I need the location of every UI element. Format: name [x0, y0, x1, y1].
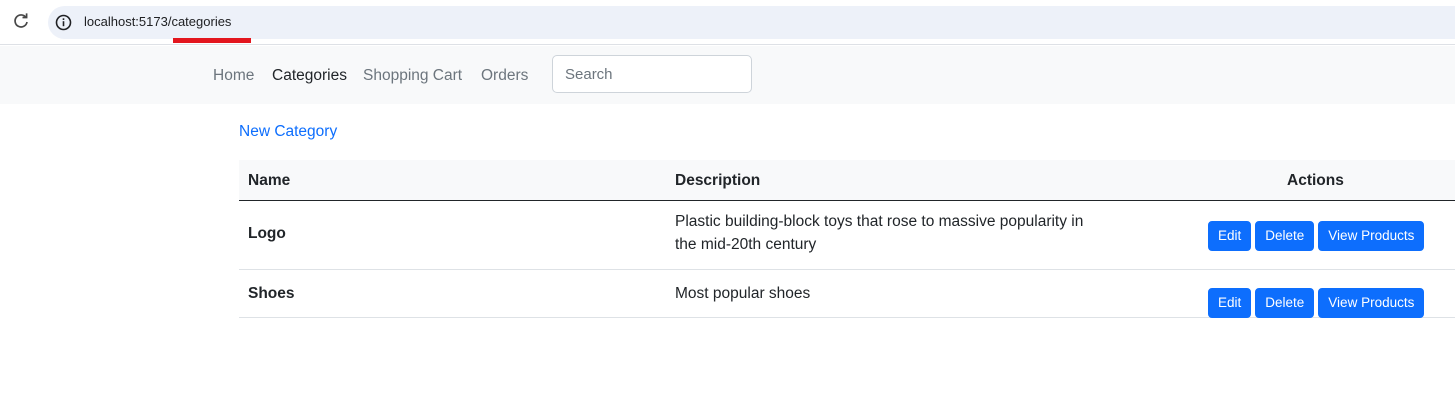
- browser-toolbar: localhost:5173/categories: [0, 0, 1455, 45]
- column-header-description: Description: [675, 172, 761, 189]
- category-name: Logo: [248, 225, 286, 242]
- url-highlight-underline: [173, 38, 251, 43]
- nav-link-home[interactable]: Home: [213, 67, 254, 85]
- column-header-actions: Actions: [1287, 172, 1344, 189]
- delete-button[interactable]: Delete: [1255, 288, 1315, 318]
- url-text[interactable]: localhost:5173/categories: [84, 14, 231, 29]
- table-header: Name Description Actions: [239, 160, 1455, 201]
- nav-link-shopping-cart[interactable]: Shopping Cart: [363, 67, 462, 85]
- column-header-name: Name: [248, 172, 291, 189]
- table-row: Shoes Most popular shoes Edit Delete Vie…: [239, 270, 1455, 318]
- row-actions: Edit Delete View Products: [1208, 288, 1425, 318]
- categories-table: Name Description Actions Logo Plastic bu…: [239, 160, 1455, 318]
- category-description: Most popular shoes: [675, 285, 811, 302]
- nav-link-categories[interactable]: Categories: [272, 67, 347, 85]
- view-products-button[interactable]: View Products: [1318, 288, 1425, 318]
- delete-button[interactable]: Delete: [1255, 221, 1315, 251]
- reload-icon[interactable]: [12, 12, 30, 30]
- address-bar[interactable]: localhost:5173/categories: [48, 6, 1455, 39]
- navbar: Home Categories Shopping Cart Orders: [0, 46, 1455, 104]
- category-name: Shoes: [248, 285, 295, 302]
- info-icon[interactable]: [54, 13, 73, 32]
- view-products-button[interactable]: View Products: [1318, 221, 1425, 251]
- edit-button[interactable]: Edit: [1208, 221, 1252, 251]
- edit-button[interactable]: Edit: [1208, 288, 1252, 318]
- nav-link-orders[interactable]: Orders: [481, 67, 528, 85]
- row-actions: Edit Delete View Products: [1208, 221, 1425, 251]
- category-description: Plastic building-block toys that rose to…: [675, 213, 1084, 253]
- table-row: Logo Plastic building-block toys that ro…: [239, 201, 1455, 270]
- search-input[interactable]: [552, 55, 752, 93]
- new-category-link[interactable]: New Category: [239, 123, 337, 141]
